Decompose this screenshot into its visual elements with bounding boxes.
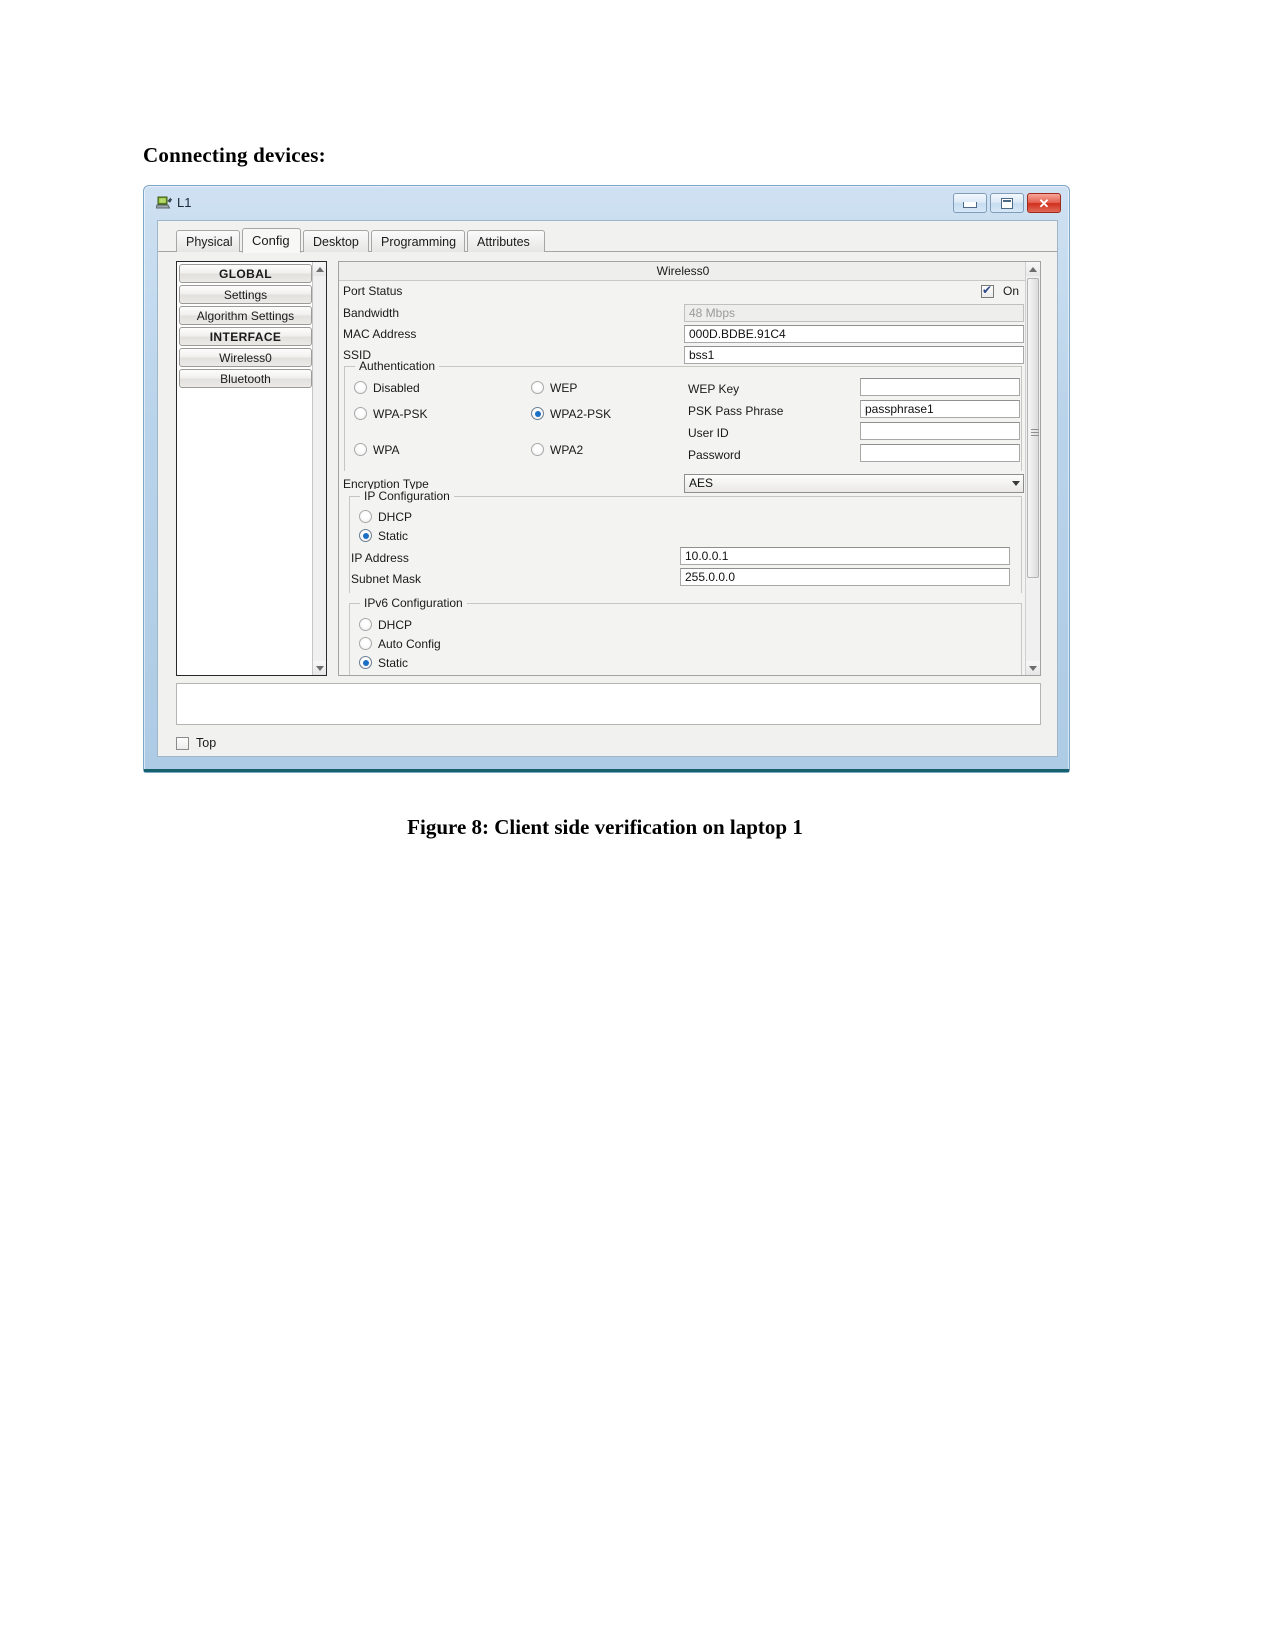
- label-auth-wpa2: WPA2: [550, 443, 584, 457]
- label-auth-disabled: Disabled: [373, 381, 420, 395]
- password-label: Password: [688, 448, 741, 462]
- sidebar-item-settings[interactable]: Settings: [179, 285, 312, 304]
- radio-ipv6-static[interactable]: [359, 656, 372, 669]
- encryption-type-value: AES: [689, 476, 714, 490]
- ipv6-configuration-group: IPv6 Configuration DHCP Auto Config Stat…: [349, 596, 1022, 675]
- config-nav-list: GLOBAL Settings Algorithm Settings INTER…: [179, 264, 312, 390]
- maximize-button[interactable]: [990, 193, 1024, 213]
- ipv6-configuration-group-title: IPv6 Configuration: [360, 596, 467, 610]
- settings-scroll-up-icon[interactable]: [1026, 262, 1040, 276]
- wep-key-label: WEP Key: [688, 382, 740, 396]
- radio-auth-wep[interactable]: [531, 381, 544, 394]
- bandwidth-label: Bandwidth: [343, 306, 400, 320]
- top-checkbox-label: Top: [196, 736, 217, 750]
- sidebar-item-bluetooth[interactable]: Bluetooth: [179, 369, 312, 388]
- sidebar-item-interface[interactable]: INTERFACE: [179, 327, 312, 346]
- settings-scrollbar-thumb[interactable]: [1027, 278, 1039, 578]
- settings-scroll-down-icon[interactable]: [1026, 661, 1040, 675]
- scroll-up-icon[interactable]: [313, 262, 326, 276]
- label-ip-static: Static: [378, 529, 409, 543]
- port-status-checkbox[interactable]: [981, 283, 994, 298]
- label-auth-wpa2-psk: WPA2-PSK: [550, 407, 612, 421]
- psk-pass-phrase-label: PSK Pass Phrase: [688, 404, 784, 418]
- label-ipv6-auto-config: Auto Config: [378, 637, 441, 651]
- tab-desktop[interactable]: Desktop: [303, 230, 369, 252]
- radio-auth-wpa[interactable]: [354, 443, 367, 456]
- authentication-group: Authentication Disabled WPA-PSK WPA WEP …: [344, 359, 1022, 471]
- ip-configuration-group-title: IP Configuration: [360, 489, 454, 503]
- ip-address-label: IP Address: [351, 551, 409, 565]
- radio-ip-static[interactable]: [359, 529, 372, 542]
- page-title: Connecting devices:: [143, 143, 326, 167]
- authentication-group-title: Authentication: [355, 359, 440, 373]
- label-ipv6-dhcp: DHCP: [378, 618, 413, 632]
- minimize-button[interactable]: [953, 193, 987, 213]
- top-checkbox[interactable]: [176, 736, 189, 750]
- sidebar-item-algorithm-settings[interactable]: Algorithm Settings: [179, 306, 312, 325]
- wep-key-field[interactable]: [860, 378, 1020, 396]
- row-ssid: SSID bss1: [339, 345, 1027, 366]
- ip-configuration-group: IP Configuration DHCP Static IP Address …: [349, 489, 1022, 593]
- window-controls: ✕: [953, 193, 1061, 213]
- nav-scrollbar[interactable]: [312, 262, 326, 675]
- mac-address-label: MAC Address: [343, 327, 417, 341]
- port-status-on-label: On: [1002, 284, 1019, 298]
- label-ipv6-static: Static: [378, 656, 409, 670]
- encryption-type-select[interactable]: AES: [684, 474, 1024, 493]
- label-auth-wpa-psk: WPA-PSK: [373, 407, 428, 421]
- scroll-down-icon[interactable]: [313, 661, 326, 675]
- tab-physical[interactable]: Physical: [176, 230, 240, 252]
- row-bandwidth: Bandwidth 48 Mbps: [339, 303, 1027, 324]
- user-id-field[interactable]: [860, 422, 1020, 440]
- tab-bar: Physical Config Desktop Programming Attr…: [158, 228, 1057, 253]
- radio-auth-wpa-psk[interactable]: [354, 407, 367, 420]
- radio-ip-dhcp[interactable]: [359, 510, 372, 523]
- row-port-status: Port Status On: [339, 281, 1027, 303]
- figure-caption: Figure 8: Client side verification on la…: [407, 815, 803, 839]
- packet-tracer-device-window: L1 ✕ Physical Config Desktop Programming…: [143, 185, 1070, 773]
- subnet-mask-label: Subnet Mask: [351, 572, 422, 586]
- subnet-mask-field[interactable]: 255.0.0.0: [680, 568, 1010, 586]
- window-titlebar[interactable]: L1 ✕: [144, 186, 1069, 220]
- radio-ipv6-dhcp[interactable]: [359, 618, 372, 631]
- window-title: L1: [177, 195, 192, 210]
- radio-auth-disabled[interactable]: [354, 381, 367, 394]
- psk-pass-phrase-field[interactable]: passphrase1: [860, 400, 1020, 418]
- radio-auth-wpa2-psk[interactable]: [531, 407, 544, 420]
- row-mac-address: MAC Address 000D.BDBE.91C4: [339, 324, 1027, 345]
- ip-address-field[interactable]: 10.0.0.1: [680, 547, 1010, 565]
- sidebar-item-global[interactable]: GLOBAL: [179, 264, 312, 283]
- scrollbar-grip-icon: [1031, 429, 1039, 436]
- radio-ipv6-auto-config[interactable]: [359, 637, 372, 650]
- port-status-label: Port Status: [343, 284, 403, 298]
- page-root: Connecting devices: L1 ✕ Physical Config…: [0, 0, 1275, 1650]
- label-ip-dhcp: DHCP: [378, 510, 413, 524]
- top-checkbox-row[interactable]: Top: [176, 736, 216, 750]
- mac-address-field[interactable]: 000D.BDBE.91C4: [684, 325, 1024, 343]
- password-field[interactable]: [860, 444, 1020, 462]
- interface-form: Port Status On Bandwidth 48 Mbps MAC Add…: [339, 281, 1027, 675]
- laptop-icon: [155, 195, 173, 211]
- ssid-field[interactable]: bss1: [684, 346, 1024, 364]
- user-id-label: User ID: [688, 426, 729, 440]
- label-auth-wpa: WPA: [373, 443, 400, 457]
- radio-auth-wpa2[interactable]: [531, 443, 544, 456]
- interface-settings-pane: Wireless0 Port Status On Bandwidth 48 Mb…: [338, 261, 1041, 676]
- window-client-area: Physical Config Desktop Programming Attr…: [157, 220, 1058, 757]
- bottom-blank-panel: [176, 683, 1041, 725]
- label-auth-wep: WEP: [550, 381, 578, 395]
- bandwidth-field: 48 Mbps: [684, 304, 1024, 322]
- settings-scrollbar[interactable]: [1025, 262, 1040, 675]
- tab-programming[interactable]: Programming: [371, 230, 465, 252]
- close-button[interactable]: ✕: [1027, 193, 1061, 213]
- config-nav-pane: GLOBAL Settings Algorithm Settings INTER…: [176, 261, 327, 676]
- interface-header: Wireless0: [339, 262, 1027, 281]
- tab-attributes[interactable]: Attributes: [467, 230, 545, 252]
- tab-config[interactable]: Config: [242, 228, 301, 253]
- sidebar-item-wireless0[interactable]: Wireless0: [179, 348, 312, 367]
- chevron-down-icon: [1012, 481, 1020, 486]
